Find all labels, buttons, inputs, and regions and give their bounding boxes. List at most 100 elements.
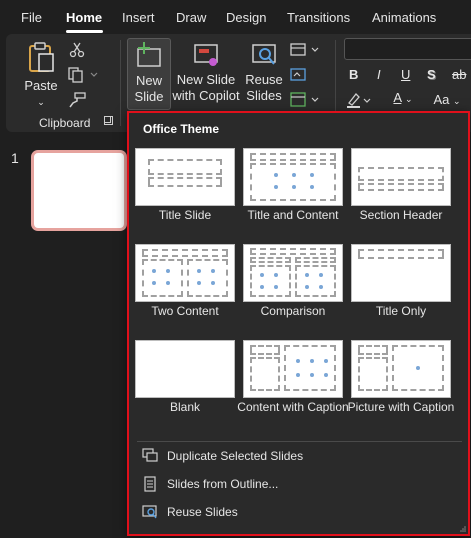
layout-name: Title Slide bbox=[158, 208, 212, 222]
new-slide-copilot-button[interactable]: New Slide with Copilot bbox=[172, 40, 240, 104]
active-tab-indicator bbox=[66, 30, 103, 33]
content-icon bbox=[274, 185, 278, 189]
tab-transitions[interactable]: Transitions bbox=[287, 10, 350, 25]
layout-title-and-content[interactable]: Title and Content bbox=[243, 148, 343, 223]
layout-preview bbox=[135, 244, 235, 302]
layout-preview bbox=[135, 148, 235, 206]
tab-draw[interactable]: Draw bbox=[176, 10, 206, 25]
highlighter-icon[interactable] bbox=[346, 92, 372, 108]
font-color-label: A bbox=[393, 90, 402, 105]
chevron-down-icon: ⌄ bbox=[405, 94, 413, 104]
content-icon bbox=[211, 281, 215, 285]
layout-preview bbox=[351, 340, 451, 398]
content-icon bbox=[274, 273, 278, 277]
placeholder bbox=[148, 177, 222, 187]
reuse-slides-icon bbox=[142, 505, 157, 519]
layout-preview bbox=[243, 244, 343, 302]
tab-file[interactable]: File bbox=[21, 10, 42, 25]
content-icon bbox=[211, 269, 215, 273]
placeholder bbox=[250, 153, 336, 161]
bold-button[interactable]: B bbox=[349, 67, 358, 83]
layout-preview bbox=[351, 244, 451, 302]
placeholder bbox=[250, 357, 280, 391]
content-icon bbox=[324, 359, 328, 363]
resize-grip-icon[interactable] bbox=[460, 526, 466, 532]
placeholder bbox=[142, 249, 228, 257]
content-icon bbox=[319, 285, 323, 289]
placeholder bbox=[250, 248, 336, 255]
content-icon bbox=[274, 173, 278, 177]
cut-scissors-icon[interactable] bbox=[68, 42, 86, 58]
layout-comparison[interactable]: Comparison bbox=[243, 244, 343, 319]
new-slide-label-2: Slide bbox=[134, 89, 164, 104]
content-icon bbox=[166, 281, 170, 285]
paste-label: Paste bbox=[24, 78, 58, 93]
content-icon bbox=[260, 285, 264, 289]
change-case-button[interactable]: Aa ⌄ bbox=[427, 92, 467, 109]
reuse-label-2: Slides bbox=[246, 88, 282, 103]
layout-picture-with-caption[interactable]: Picture with Caption bbox=[348, 340, 454, 415]
content-icon bbox=[310, 173, 314, 177]
new-slide-icon bbox=[137, 42, 161, 67]
content-icon bbox=[292, 185, 296, 189]
paste-button[interactable]: Paste ⌄ bbox=[24, 40, 58, 110]
layout-preview bbox=[351, 148, 451, 206]
content-icon bbox=[310, 359, 314, 363]
strikethrough-button[interactable]: ab bbox=[452, 67, 466, 83]
tab-home[interactable]: Home bbox=[66, 10, 102, 25]
font-name-box[interactable] bbox=[344, 38, 471, 60]
layout-name: Two Content bbox=[151, 304, 219, 318]
italic-button[interactable]: I bbox=[377, 67, 381, 83]
layout-section-header[interactable]: Section Header bbox=[351, 148, 451, 223]
content-icon bbox=[197, 269, 201, 273]
slide-number: 1 bbox=[11, 150, 19, 166]
theme-title: Office Theme bbox=[143, 122, 220, 136]
content-icon bbox=[197, 281, 201, 285]
group-divider bbox=[120, 40, 121, 126]
font-color-button[interactable]: A ⌄ bbox=[388, 90, 418, 107]
slides-from-outline-item[interactable]: Slides from Outline... bbox=[139, 473, 459, 497]
section-icon[interactable] bbox=[290, 92, 320, 108]
slide-thumbnail[interactable] bbox=[31, 150, 127, 231]
new-slide-button[interactable]: New Slide bbox=[127, 38, 171, 110]
copilot-label-2: with Copilot bbox=[172, 88, 240, 103]
tab-design[interactable]: Design bbox=[226, 10, 266, 25]
layout-name: Blank bbox=[169, 400, 201, 414]
content-icon bbox=[296, 373, 300, 377]
chevron-down-icon: ⌄ bbox=[37, 97, 45, 107]
layout-two-content[interactable]: Two Content bbox=[135, 244, 235, 319]
layout-preview bbox=[243, 340, 343, 398]
layout-preview bbox=[243, 148, 343, 206]
layout-title-only[interactable]: Title Only bbox=[351, 244, 451, 319]
copy-icon[interactable] bbox=[68, 67, 98, 83]
duplicate-slides-icon bbox=[142, 448, 158, 462]
reuse-slides-item[interactable]: Reuse Slides bbox=[139, 501, 459, 525]
tab-insert[interactable]: Insert bbox=[122, 10, 155, 25]
layout-name: Content with Caption bbox=[237, 400, 349, 414]
content-icon bbox=[310, 185, 314, 189]
format-painter-icon[interactable] bbox=[68, 92, 86, 108]
panel-divider bbox=[137, 441, 462, 442]
duplicate-selected-slides-item[interactable]: Duplicate Selected Slides bbox=[139, 445, 459, 469]
placeholder bbox=[187, 259, 228, 297]
placeholder bbox=[284, 345, 336, 391]
reset-slide-icon[interactable] bbox=[290, 67, 308, 83]
new-slide-layout-dropdown: Office Theme Title Slide Title and Conte… bbox=[127, 111, 470, 536]
reuse-slides-button[interactable]: Reuse Slides bbox=[244, 40, 284, 104]
tab-animations[interactable]: Animations bbox=[372, 10, 436, 25]
content-icon bbox=[274, 285, 278, 289]
content-icon bbox=[166, 269, 170, 273]
text-shadow-button[interactable]: S bbox=[427, 67, 436, 83]
content-icon bbox=[152, 281, 156, 285]
layout-blank[interactable]: Blank bbox=[135, 340, 235, 415]
content-icon bbox=[292, 173, 296, 177]
dialog-launcher-icon[interactable] bbox=[104, 116, 113, 125]
underline-button[interactable]: U bbox=[401, 67, 410, 83]
menu-item-label: Duplicate Selected Slides bbox=[167, 449, 304, 463]
content-icon bbox=[305, 285, 309, 289]
layout-content-with-caption[interactable]: Content with Caption bbox=[237, 340, 349, 415]
content-icon bbox=[319, 273, 323, 277]
layout-title-slide[interactable]: Title Slide bbox=[135, 148, 235, 223]
layout-icon[interactable] bbox=[290, 42, 320, 58]
content-icon bbox=[260, 273, 264, 277]
